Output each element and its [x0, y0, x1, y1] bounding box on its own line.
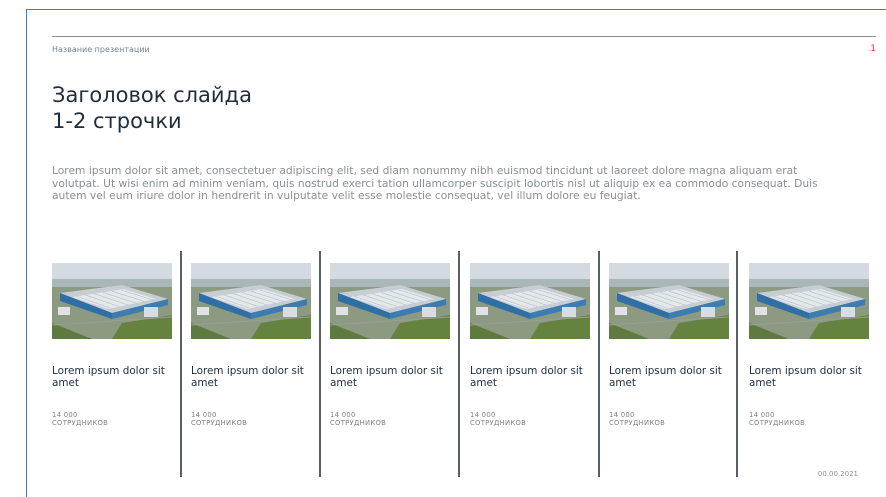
card-divider: [458, 251, 460, 477]
card-title: Lorem ipsum dolor sit amet: [749, 365, 862, 389]
card: Lorem ipsum dolor sit amet 14 000 СОТРУД…: [191, 251, 313, 477]
card-stat-value: 14 000: [330, 411, 356, 419]
card-stat: 14 000 СОТРУДНИКОВ: [330, 411, 450, 427]
factory-aerial-photo-icon: [470, 263, 590, 339]
frame-left-border: [26, 9, 27, 497]
card-divider: [598, 251, 600, 477]
factory-aerial-photo-icon: [191, 263, 311, 339]
card-stat: 14 000 СОТРУДНИКОВ: [609, 411, 729, 427]
card-stat-label: СОТРУДНИКОВ: [749, 419, 806, 427]
cards-row: Lorem ipsum dolor sit amet 14 000 СОТРУД…: [52, 251, 876, 477]
card-stat-label: СОТРУДНИКОВ: [52, 419, 109, 427]
card-stat-label: СОТРУДНИКОВ: [609, 419, 666, 427]
factory-aerial-photo-icon: [609, 263, 729, 339]
card: Lorem ipsum dolor sit amet 14 000 СОТРУД…: [52, 251, 174, 477]
slide-title-line2: 1-2 строчки: [52, 109, 182, 133]
card-stat-label: СОТРУДНИКОВ: [191, 419, 248, 427]
slide: Название презентации 1 Заголовок слайда …: [0, 0, 886, 497]
presentation-name: Название презентации: [52, 45, 150, 54]
footer-date: 00.00.2021: [817, 470, 858, 478]
card: Lorem ipsum dolor sit amet 14 000 СОТРУД…: [330, 251, 452, 477]
card-stat: 14 000 СОТРУДНИКОВ: [191, 411, 311, 427]
card-stat: 14 000 СОТРУДНИКОВ: [749, 411, 869, 427]
page-number: 1: [870, 44, 876, 54]
card-title: Lorem ipsum dolor sit amet: [191, 365, 304, 389]
factory-aerial-photo-icon: [330, 263, 450, 339]
card-stat-value: 14 000: [470, 411, 496, 419]
card-stat-label: СОТРУДНИКОВ: [330, 419, 387, 427]
frame-top-border: [26, 9, 886, 10]
card-title: Lorem ipsum dolor sit amet: [470, 365, 583, 389]
card-stat-value: 14 000: [609, 411, 635, 419]
card: Lorem ipsum dolor sit amet 14 000 СОТРУД…: [749, 251, 871, 477]
card: Lorem ipsum dolor sit amet 14 000 СОТРУД…: [470, 251, 592, 477]
card: Lorem ipsum dolor sit amet 14 000 СОТРУД…: [609, 251, 731, 477]
card-stat: 14 000 СОТРУДНИКОВ: [52, 411, 172, 427]
slide-title: Заголовок слайда 1-2 строчки: [52, 82, 552, 134]
body-text: Lorem ipsum dolor sit amet, consectetuer…: [52, 164, 818, 203]
header-rule: [52, 36, 876, 37]
card-stat-label: СОТРУДНИКОВ: [470, 419, 527, 427]
card-stat-value: 14 000: [749, 411, 775, 419]
factory-aerial-photo-icon: [749, 263, 869, 339]
factory-aerial-photo-icon: [52, 263, 172, 339]
card-title: Lorem ipsum dolor sit amet: [609, 365, 722, 389]
card-stat-value: 14 000: [52, 411, 78, 419]
card-stat: 14 000 СОТРУДНИКОВ: [470, 411, 590, 427]
card-divider: [736, 251, 738, 477]
card-title: Lorem ipsum dolor sit amet: [330, 365, 443, 389]
card-title: Lorem ipsum dolor sit amet: [52, 365, 165, 389]
card-stat-value: 14 000: [191, 411, 217, 419]
slide-title-line1: Заголовок слайда: [52, 83, 252, 107]
card-divider: [180, 251, 182, 477]
card-divider: [319, 251, 321, 477]
